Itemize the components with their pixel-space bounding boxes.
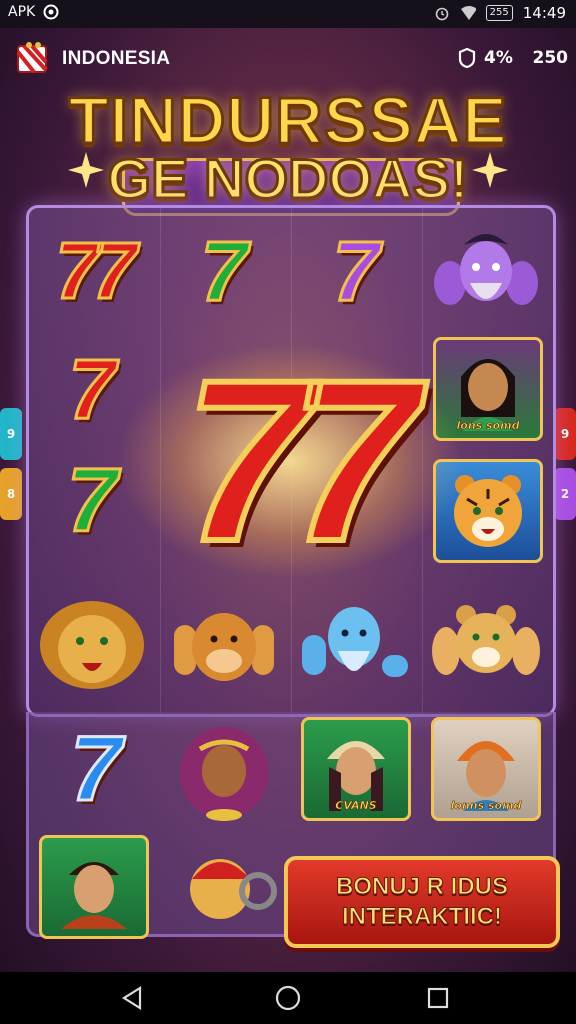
status-bar: APK 255 14:49 — [0, 0, 576, 28]
reel-cell: 7 — [164, 216, 284, 326]
alarm-icon — [434, 5, 450, 21]
jackpot-seven-symbol: 77 — [181, 332, 421, 589]
country-label: INDONESIA — [62, 48, 171, 69]
apk-label: APK — [8, 4, 36, 20]
reel-cell: CVANS — [296, 714, 416, 824]
record-icon — [43, 4, 59, 20]
info-bar: INDONESIA 4% 250 — [0, 34, 576, 82]
left-tab-bottom[interactable]: 8 — [0, 468, 22, 520]
red-seven-symbol: 7 — [67, 342, 117, 436]
game-title: TINDURSSAE GE NODOAS! — [0, 78, 576, 216]
clock: 14:49 — [522, 4, 566, 22]
green-seven-symbol: 7 — [65, 451, 118, 551]
monkey-symbol — [174, 613, 274, 681]
reel-cell — [164, 716, 284, 826]
left-tab-top[interactable]: 9 — [0, 408, 22, 460]
card-caption: CVANS — [335, 799, 377, 813]
home-icon[interactable] — [274, 984, 302, 1012]
status-left: APK — [8, 4, 59, 20]
right-tab-top[interactable]: 9 — [554, 408, 576, 460]
flag-icon — [16, 42, 48, 74]
percent-label: 4% — [484, 48, 513, 68]
reel-cell: 7 — [36, 714, 156, 824]
woman-portrait — [180, 727, 268, 821]
coins-label: 250 — [532, 48, 569, 68]
reel-cell — [426, 590, 546, 700]
sparkle-icon — [68, 152, 104, 188]
wifi-icon — [460, 5, 476, 21]
purple-seven-symbol: 7 — [331, 224, 381, 318]
status-right: 255 14:49 — [434, 4, 566, 22]
turban-card: lonns somd — [431, 717, 541, 821]
bonus-button[interactable]: BONUJ R IDUS INTERAKTIIC! — [284, 856, 560, 948]
lioness-symbol — [432, 605, 540, 675]
reel-cell — [164, 590, 284, 700]
back-icon[interactable] — [118, 984, 146, 1012]
sparkle-icon — [472, 152, 508, 188]
reel-cell — [32, 590, 152, 700]
green-seven-symbol: 7 — [199, 224, 249, 318]
prince-card — [39, 835, 149, 939]
lion-symbol — [40, 601, 144, 689]
bonus-line-2: INTERAKTIIC! — [342, 903, 503, 931]
right-tab-bottom[interactable]: 2 — [554, 468, 576, 520]
reel-cell: lonns somd — [426, 714, 546, 824]
reel-cell: 7 — [296, 216, 416, 326]
helmet-lion-symbol — [190, 859, 277, 919]
reel-cell — [294, 590, 414, 700]
shield-icon — [458, 48, 476, 68]
prince-portrait — [61, 862, 127, 929]
reel-cell — [34, 832, 154, 942]
blue-seven-symbol: 7 — [69, 718, 123, 820]
reel-cell — [426, 216, 546, 326]
genie-symbol — [434, 234, 538, 305]
big-seven-jackpot: 77 — [120, 332, 460, 589]
reel-cell — [166, 834, 286, 944]
blue-genie-symbol — [302, 607, 408, 677]
battery-icon: 255 — [485, 5, 513, 21]
recents-icon[interactable] — [424, 984, 452, 1012]
woman-card: CVANS — [301, 717, 411, 821]
bonus-line-1: BONUJ R IDUS — [335, 873, 509, 901]
reel-cell: 77 — [32, 216, 152, 326]
red-seven-symbol: 77 — [54, 226, 138, 315]
android-nav-bar — [0, 972, 576, 1024]
card-caption: lonns somd — [450, 799, 522, 813]
